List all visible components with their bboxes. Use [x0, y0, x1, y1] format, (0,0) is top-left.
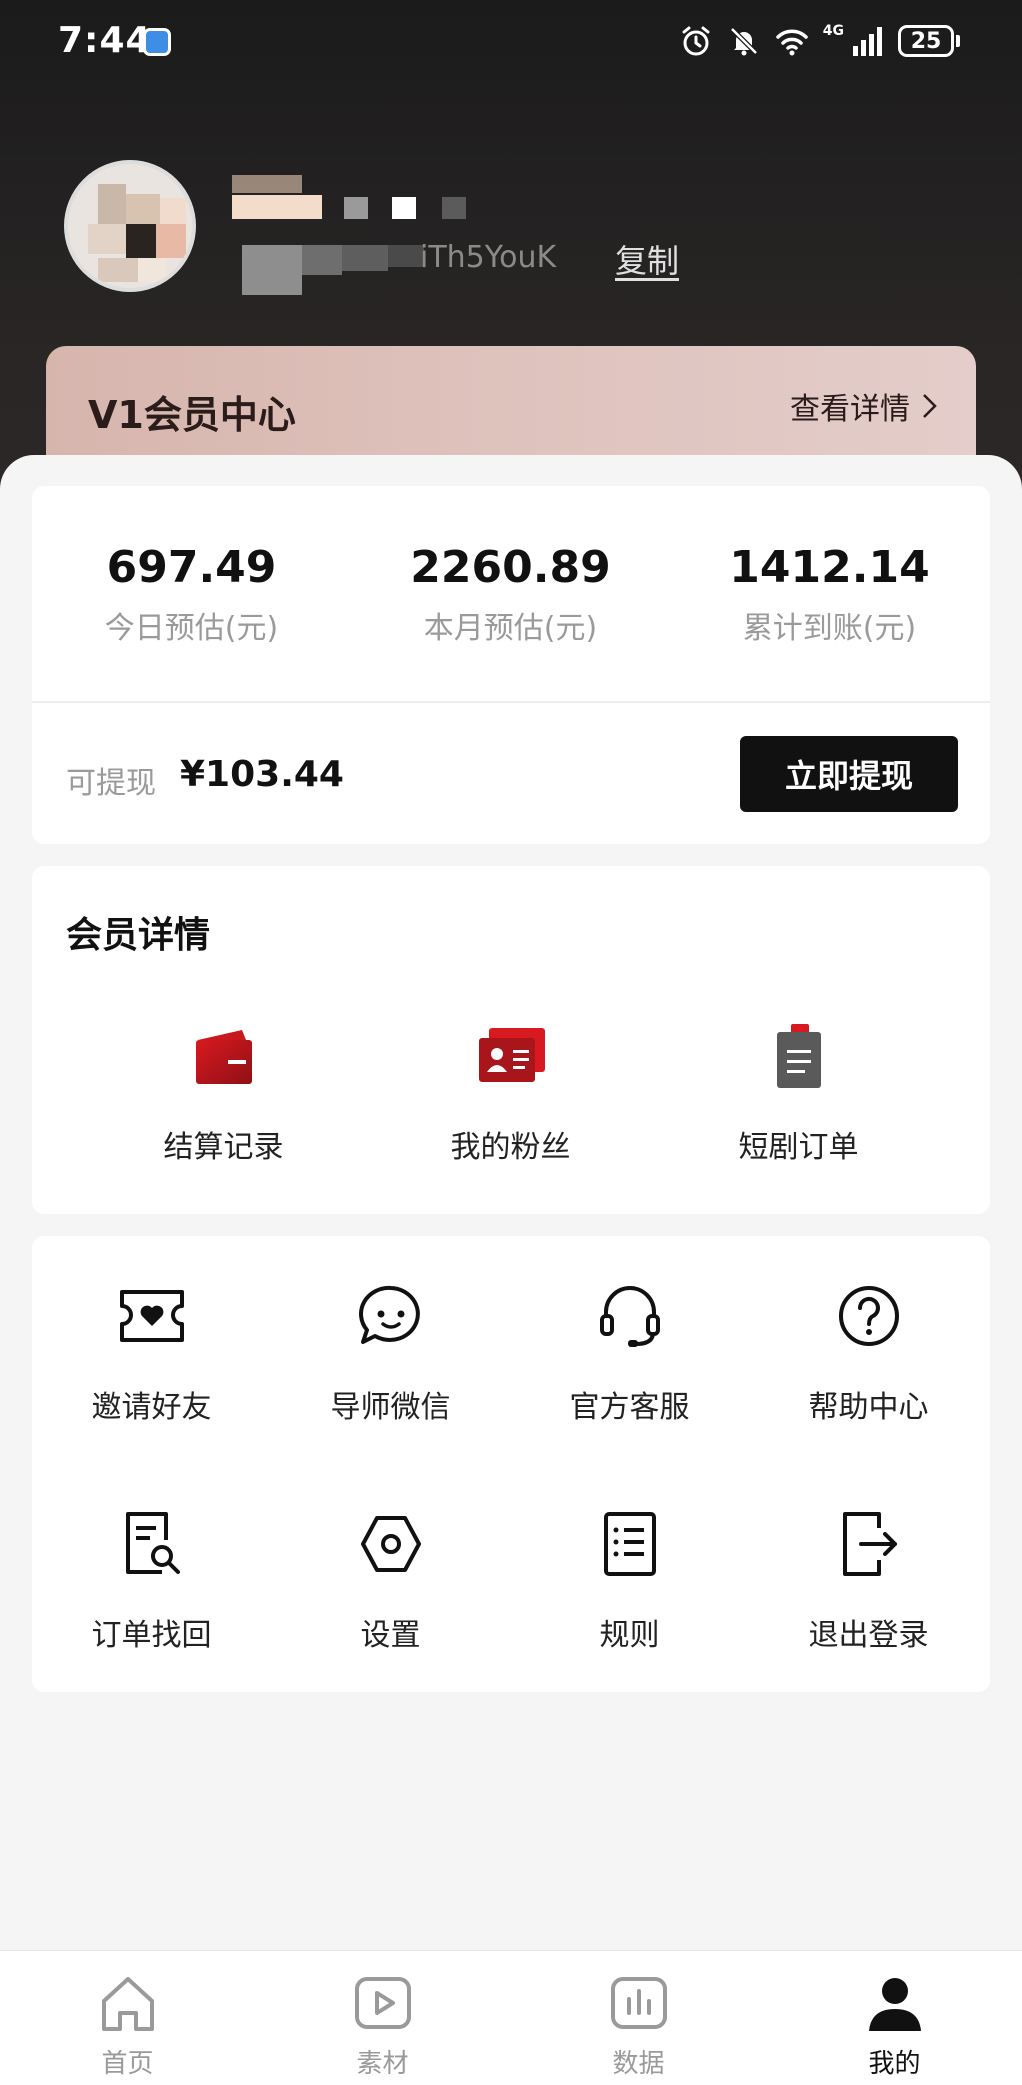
stat-label: 累计到账(元): [742, 611, 917, 646]
rules-item[interactable]: 规则: [510, 1506, 749, 1654]
tool-label: 退出登录: [808, 1618, 929, 1653]
tab-label: 数据: [612, 2049, 665, 2079]
clipboard-icon: [776, 1024, 821, 1088]
withdrawable-label: 可提现: [66, 766, 156, 801]
stat-label: 本月预估(元): [423, 611, 598, 646]
stat-value: 697.49: [106, 542, 277, 593]
my-fans-item[interactable]: 我的粉丝: [351, 1016, 670, 1166]
invite-friends-item[interactable]: 邀请好友: [32, 1278, 271, 1426]
stat-value: 1412.14: [729, 542, 930, 593]
list-document-icon: [603, 1512, 656, 1576]
tab-label: 我的: [868, 2049, 921, 2079]
tool-label: 帮助中心: [808, 1390, 929, 1425]
stat-today: 697.49 今日预估(元): [32, 486, 351, 647]
tab-label: 素材: [356, 2049, 409, 2079]
ticket-heart-icon: [119, 1290, 184, 1342]
stat-value: 2260.89: [410, 542, 611, 593]
official-support-item[interactable]: 官方客服: [510, 1278, 749, 1426]
section-title: 会员详情: [66, 915, 211, 956]
mentor-wechat-item[interactable]: 导师微信: [271, 1278, 510, 1426]
hexagon-settings-icon: [360, 1516, 421, 1572]
member-details-card: 会员详情 结算记录 我的粉丝 短剧订单: [32, 866, 990, 1214]
member-item-label: 我的粉丝: [450, 1130, 571, 1165]
status-icons: 4G 25: [679, 23, 960, 58]
user-id: iTh5YouK: [420, 240, 557, 275]
member-item-label: 结算记录: [163, 1130, 284, 1165]
help-center-item[interactable]: 帮助中心: [749, 1278, 988, 1426]
wallet-icon: [195, 1030, 252, 1084]
alarm-icon: [682, 26, 710, 56]
copy-id-link[interactable]: 复制: [615, 236, 679, 282]
chat-bubble-icon: [358, 1285, 420, 1344]
earnings-card: 697.49 今日预估(元) 2260.89 本月预估(元) 1412.14 累…: [32, 486, 990, 844]
tool-label: 订单找回: [91, 1618, 212, 1653]
stat-label: 今日预估(元): [104, 611, 279, 646]
member-item-label: 短剧订单: [738, 1130, 859, 1165]
drama-orders-item[interactable]: 短剧订单: [639, 1016, 958, 1166]
chevron-right-icon: [923, 394, 937, 418]
avatar[interactable]: [64, 160, 196, 292]
vip-detail-label: 查看详情: [790, 392, 910, 427]
app-notification-icon: [143, 28, 171, 56]
tab-data[interactable]: 数据: [511, 1971, 766, 2080]
help-circle-icon: [838, 1286, 899, 1346]
id-card-icon: [478, 1028, 545, 1082]
order-recovery-item[interactable]: 订单找回: [32, 1506, 271, 1654]
stat-month: 2260.89 本月预估(元): [351, 486, 670, 647]
network-type-label: 4G: [822, 23, 844, 39]
tool-label: 邀请好友: [91, 1390, 212, 1425]
bottom-tab-bar: 首页 素材 数据 我的: [0, 1950, 1022, 2085]
settlement-records-item[interactable]: 结算记录: [64, 1016, 383, 1166]
status-time: 7:44: [58, 20, 152, 61]
document-search-icon: [125, 1512, 180, 1574]
tool-label: 导师微信: [330, 1390, 451, 1425]
withdrawable-amount: ¥103.44: [180, 754, 344, 795]
tab-home[interactable]: 首页: [0, 1971, 255, 2080]
status-bar: 7:44 4G 25: [0, 0, 1022, 86]
tab-materials[interactable]: 素材: [255, 1971, 510, 2080]
logout-icon: [842, 1512, 897, 1576]
mute-bell-icon: [729, 27, 758, 56]
wifi-icon: [776, 29, 808, 56]
tool-label: 设置: [360, 1618, 421, 1653]
home-icon: [101, 1977, 154, 2031]
stat-total: 1412.14 累计到账(元): [670, 486, 989, 647]
battery-icon: 25: [898, 25, 960, 57]
headset-icon: [599, 1286, 660, 1347]
play-icon: [354, 1977, 411, 2029]
signal-icon: [853, 27, 882, 56]
tools-card: 邀请好友 导师微信 官方客服 帮助中心 订单找回 设置 规则 退出登录: [32, 1236, 990, 1692]
profile-icon: [868, 1978, 921, 2031]
vip-title: V1会员中心: [88, 393, 296, 437]
settings-item[interactable]: 设置: [271, 1506, 510, 1654]
logout-item[interactable]: 退出登录: [749, 1506, 988, 1654]
vip-detail-link[interactable]: 查看详情: [790, 384, 940, 428]
divider: [32, 701, 990, 703]
bar-chart-icon: [610, 1977, 667, 2029]
tool-label: 官方客服: [569, 1390, 690, 1425]
battery-level: 25: [898, 25, 954, 57]
withdraw-button[interactable]: 立即提现: [740, 736, 958, 812]
tab-mine[interactable]: 我的: [767, 1971, 1022, 2080]
tab-label: 首页: [101, 2049, 154, 2079]
tool-label: 规则: [599, 1618, 660, 1653]
